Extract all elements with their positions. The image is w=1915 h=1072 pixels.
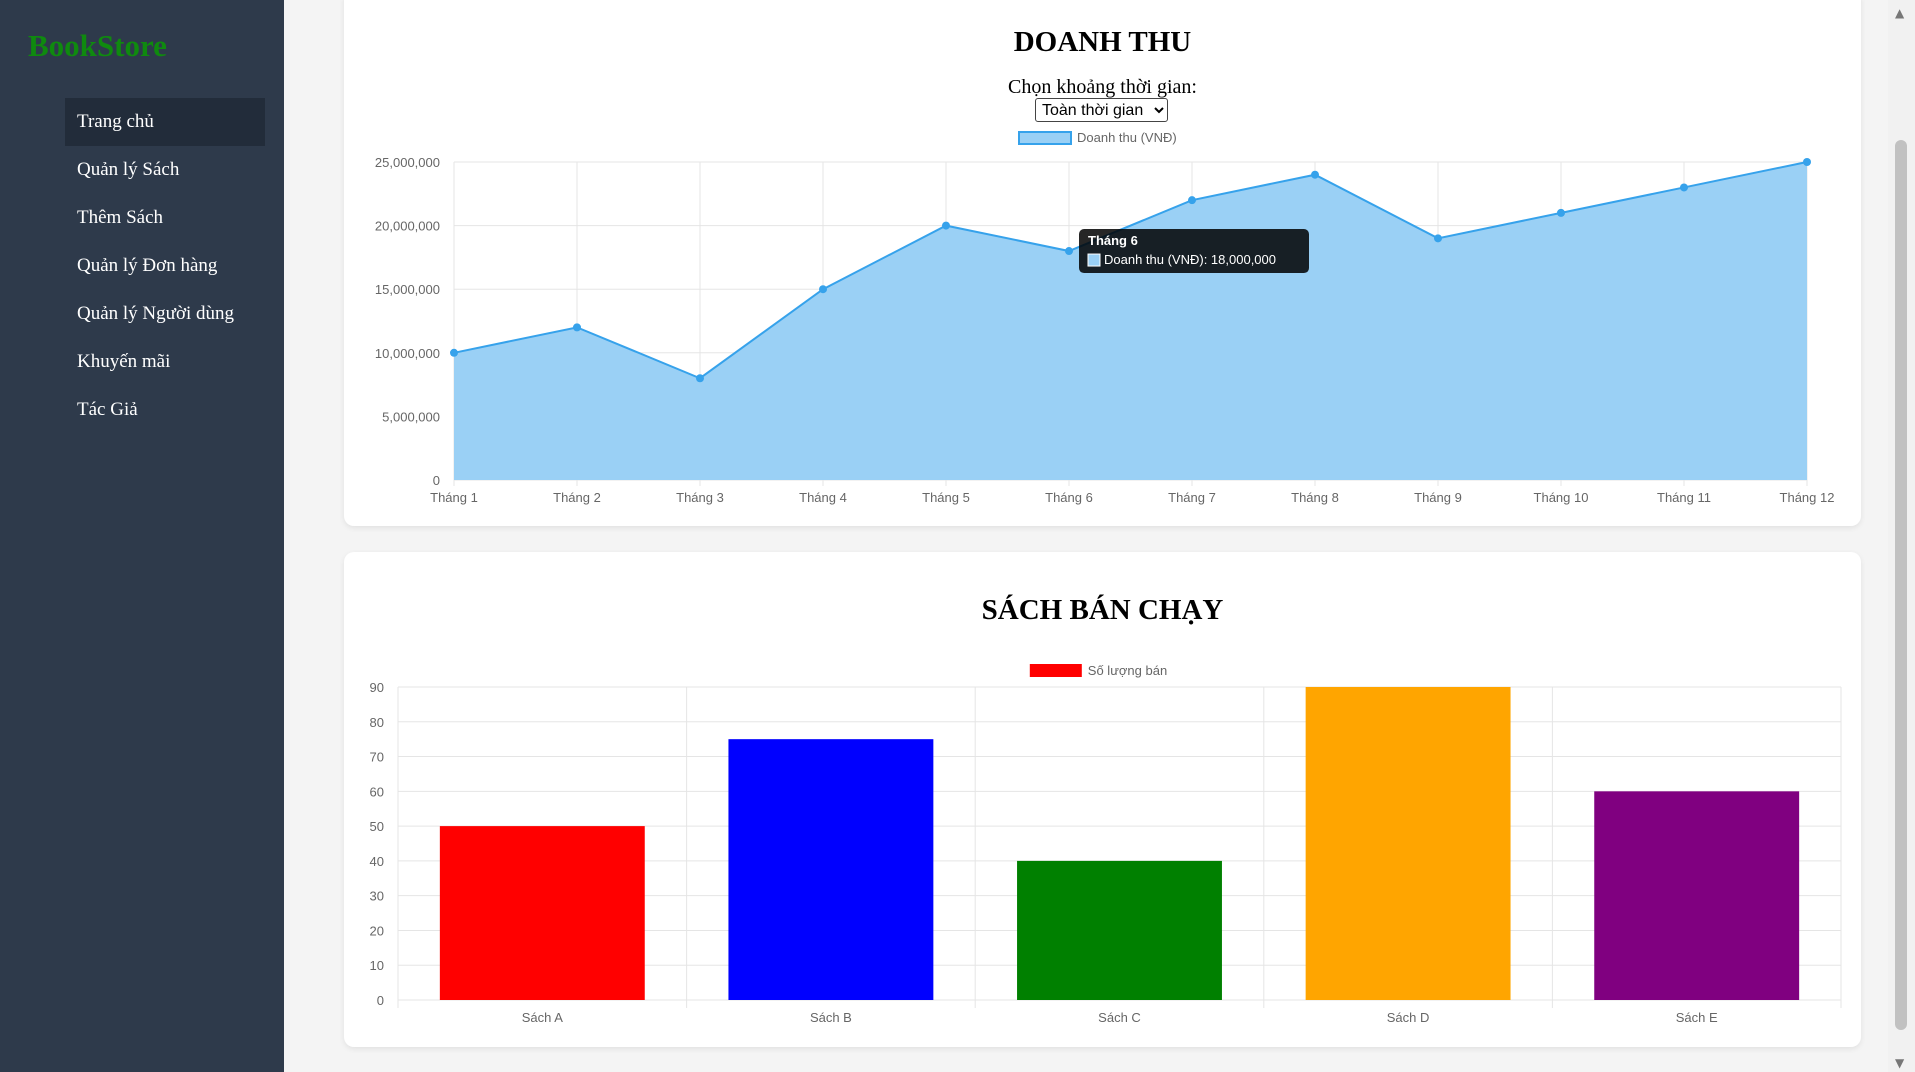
revenue-card: DOANH THU Chọn khoảng thời gian: Toàn th…	[344, 0, 1861, 526]
legend-swatch	[1018, 131, 1072, 145]
y-tick-label: 60	[370, 784, 384, 799]
best-sellers-chart: 0 10 20 30 40 50 60 70 80 90 Sách A Sách B Sách C Sác…	[370, 663, 1842, 1025]
revenue-point	[1557, 208, 1565, 217]
sidebar-item-authors[interactable]: Tác Giả	[65, 386, 265, 434]
sidebar-item-manage-books[interactable]: Quản lý Sách	[65, 146, 265, 194]
x-tick-label: Tháng 6	[1045, 490, 1093, 505]
revenue-point	[819, 285, 827, 294]
sidebar-item-add-book[interactable]: Thêm Sách	[65, 194, 265, 242]
y-tick-label: 70	[370, 750, 384, 765]
tooltip-title: Tháng 6	[1088, 233, 1138, 248]
x-tick-label: Tháng 9	[1414, 490, 1462, 505]
y-tick-label: 5,000,000	[382, 409, 440, 424]
y-tick-label: 10,000,000	[375, 346, 440, 361]
y-tick-label: 30	[370, 889, 384, 904]
sidebar-item-promotions[interactable]: Khuyến mãi	[65, 338, 265, 386]
x-tick-label: Sách D	[1387, 1010, 1430, 1025]
bar	[1017, 860, 1222, 1000]
sidebar-nav: Trang chủ Quản lý Sách Thêm Sách Quản lý…	[65, 98, 265, 434]
revenue-area-fill	[454, 162, 1807, 480]
revenue-point	[696, 374, 704, 383]
best-sellers-card: SÁCH BÁN CHẠY 0 10 20 30 40 50 60 70 80 90 Sách AS…	[344, 552, 1861, 1047]
y-tick-label: 10	[370, 958, 384, 973]
revenue-point	[1065, 247, 1073, 256]
page-scrollbar[interactable]: ▲ ▼	[1888, 0, 1915, 1072]
x-tick-label: Tháng 11	[1657, 490, 1711, 505]
bar	[1594, 791, 1800, 1000]
x-tick-label: Sách E	[1676, 1010, 1718, 1025]
x-tick-label: Tháng 12	[1780, 490, 1835, 505]
y-tick-label: 50	[370, 819, 384, 834]
sidebar: BookStore Trang chủ Quản lý Sách Thêm Sá…	[0, 0, 284, 1072]
revenue-point	[1803, 158, 1811, 166]
bar	[1305, 687, 1511, 1000]
x-tick-label: Tháng 2	[553, 490, 601, 505]
revenue-point	[942, 221, 950, 230]
x-tick-label: Sách A	[522, 1010, 564, 1025]
y-tick-label: 25,000,000	[375, 155, 440, 170]
revenue-point	[1311, 170, 1319, 179]
y-tick-label: 40	[370, 854, 384, 869]
sidebar-item-manage-orders[interactable]: Quản lý Đơn hàng	[65, 242, 265, 290]
y-tick-label: 0	[433, 473, 440, 488]
tooltip-body: Doanh thu (VNĐ): 18,000,000	[1104, 252, 1276, 267]
x-tick-label: Tháng 1	[430, 490, 478, 505]
bar	[439, 826, 645, 1000]
y-tick-label: 80	[370, 715, 384, 730]
revenue-point	[1434, 234, 1442, 243]
x-tick-label: Sách C	[1098, 1010, 1141, 1025]
y-tick-label: 90	[370, 680, 384, 695]
tooltip-swatch	[1087, 253, 1101, 267]
x-tick-label: Tháng 5	[922, 490, 970, 505]
y-tick-label: 20,000,000	[375, 219, 440, 234]
revenue-point	[573, 323, 581, 332]
x-tick-label: Tháng 7	[1168, 490, 1216, 505]
bar	[728, 739, 934, 1000]
x-tick-label: Sách B	[810, 1010, 852, 1025]
y-tick-label: 15,000,000	[375, 282, 440, 297]
y-tick-label: 20	[370, 923, 384, 938]
x-tick-label: Tháng 8	[1291, 490, 1339, 505]
y-tick-label: 0	[377, 993, 384, 1008]
legend-swatch	[1029, 664, 1082, 677]
x-tick-label: Tháng 4	[799, 490, 847, 505]
revenue-point	[450, 348, 458, 357]
scrollbar-thumb[interactable]	[1895, 140, 1907, 1030]
legend-label: Số lượng bán	[1088, 663, 1167, 678]
revenue-point	[1680, 183, 1688, 192]
sidebar-item-manage-users[interactable]: Quản lý Người dùng	[65, 290, 265, 338]
scroll-up-icon[interactable]: ▲	[1895, 6, 1904, 20]
legend-label: Doanh thu (VNĐ)	[1077, 130, 1177, 145]
scroll-down-icon[interactable]: ▼	[1895, 1056, 1904, 1070]
x-tick-label: Tháng 10	[1534, 490, 1589, 505]
sidebar-item-home[interactable]: Trang chủ	[65, 98, 265, 146]
revenue-chart: 0 5,000,000 10,000,000 15,000,000 20,000,000…	[375, 130, 1835, 505]
revenue-point	[1188, 196, 1196, 205]
brand-logo[interactable]: BookStore	[28, 28, 167, 64]
x-tick-label: Tháng 3	[676, 490, 724, 505]
